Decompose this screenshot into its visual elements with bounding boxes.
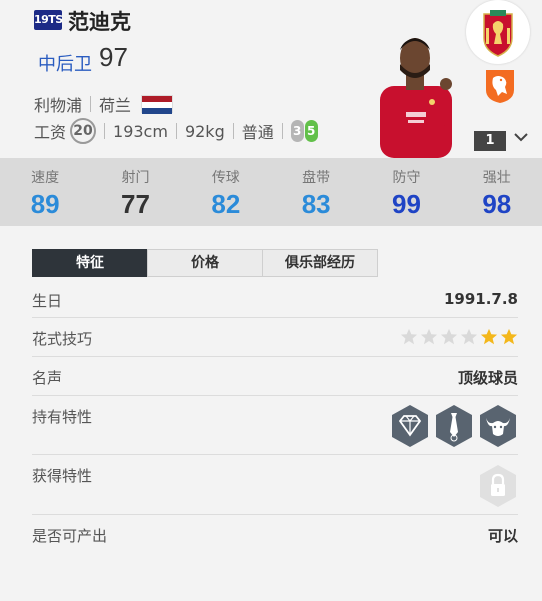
attr-row-producible: 是否可产出 可以 (32, 515, 518, 553)
attr-row-acquired: 获得特性 (32, 455, 518, 515)
nation-name: 荷兰 (99, 96, 132, 115)
stat-label: 防守 (392, 170, 421, 186)
tab-traits[interactable]: 特征 (32, 249, 148, 277)
weight: 92kg (184, 121, 225, 141)
club-nation-row: 利物浦 荷兰 (34, 92, 174, 116)
stat-pace: 速度 89 (0, 158, 90, 226)
stat-shooting: 射门 77 (90, 158, 180, 226)
attr-row-birthday: 生日 1991.7.8 (32, 286, 518, 318)
attr-row-reputation: 名声 顶级球员 (32, 357, 518, 396)
stat-label: 盘带 (302, 170, 331, 186)
stat-passing: 传球 82 (181, 158, 271, 226)
stat-label: 强壮 (482, 170, 511, 186)
divider (232, 123, 234, 139)
season-badge: 19TS (34, 10, 63, 30)
stat-value: 83 (301, 189, 331, 219)
bull-trait-icon[interactable] (478, 404, 518, 448)
strong-foot-icon: 5 (304, 120, 318, 142)
star-icon (440, 328, 458, 345)
producible-label: 是否可产出 (32, 527, 108, 545)
chevron-down-icon[interactable] (512, 128, 530, 150)
birthday-label: 生日 (32, 292, 63, 310)
weak-foot-icon: 3 (290, 120, 304, 142)
star-icon (460, 328, 478, 345)
tab-price[interactable]: 价格 (147, 249, 263, 277)
stat-label: 射门 (121, 170, 150, 186)
skill-stars (398, 328, 518, 346)
salary-label: 工资 (34, 123, 67, 142)
height: 193cm (113, 121, 168, 141)
body-type: 普通 (241, 123, 274, 142)
club-name: 利物浦 (34, 96, 83, 115)
tab-bar: 特征 价格 俱乐部经历 (32, 249, 378, 277)
producible-value: 可以 (487, 527, 518, 545)
lock-icon (480, 465, 516, 507)
stat-label: 传球 (211, 170, 240, 186)
liverpool-logo-icon (466, 0, 530, 64)
stat-value: 89 (30, 189, 60, 219)
stat-value: 98 (482, 189, 512, 219)
stat-label: 速度 (31, 170, 60, 186)
attr-row-traits: 持有特性 (32, 396, 518, 455)
stat-value: 82 (211, 189, 241, 219)
divider (90, 96, 92, 112)
star-icon (420, 328, 438, 345)
player-name: 范迪克 (68, 10, 131, 34)
player-detail-page: 19TS 范迪克 中后卫 97 利物浦 荷兰 工资 20 193cm 92kg … (0, 0, 542, 601)
attr-row-skill: 花式技巧 (32, 318, 518, 357)
netherlands-flag-icon (141, 95, 174, 114)
star-icon (400, 328, 418, 345)
stat-defending: 防守 99 (361, 158, 451, 226)
reputation-label: 名声 (32, 369, 63, 387)
player-ovr: 97 (99, 42, 128, 72)
knvb-lion-logo-icon (484, 68, 516, 104)
stat-dribbling: 盘带 83 (271, 158, 361, 226)
star-icon (480, 328, 498, 345)
tab-club-history[interactable]: 俱乐部经历 (262, 249, 378, 277)
tie-trait-icon[interactable] (434, 404, 474, 448)
stat-physical: 强壮 98 (452, 158, 542, 226)
divider (104, 123, 106, 139)
info-row: 工资 20 193cm 92kg 普通 3 5 (34, 118, 318, 144)
stats-band: 速度 89 射门 77 传球 82 盘带 83 防守 99 强壮 98 (0, 158, 542, 226)
level-selector[interactable]: 1 (474, 131, 506, 151)
birthday-value: 1991.7.8 (443, 290, 518, 308)
player-position: 中后卫 (38, 54, 92, 75)
trait-icons (386, 404, 518, 448)
divider (175, 123, 177, 139)
skill-label: 花式技巧 (32, 330, 93, 348)
salary-value: 20 (70, 118, 97, 144)
diamond-trait-icon[interactable] (390, 404, 430, 448)
player-photo (380, 38, 452, 158)
stat-value: 99 (392, 189, 421, 219)
acquired-label: 获得特性 (32, 467, 93, 485)
traits-label: 持有特性 (32, 408, 93, 426)
stat-value: 77 (121, 189, 150, 219)
star-icon (500, 328, 518, 345)
divider (281, 123, 283, 139)
reputation-value: 顶级球员 (457, 369, 518, 387)
